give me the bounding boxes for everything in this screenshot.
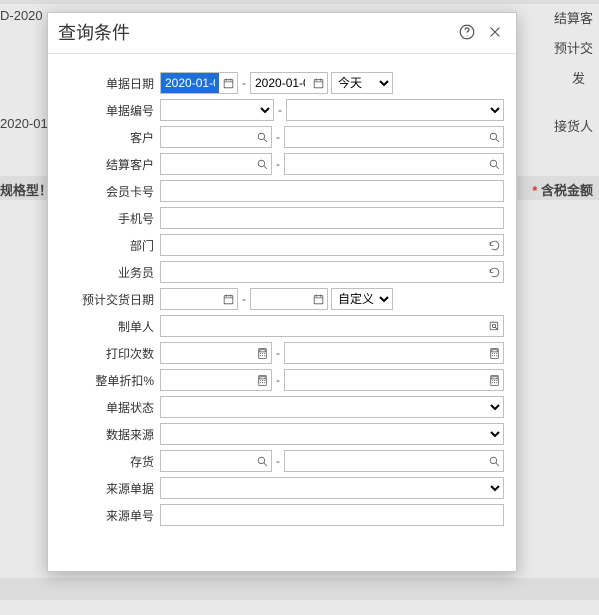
data-source-select[interactable] — [160, 423, 504, 445]
doc-status-label: 单据状态 — [52, 399, 160, 416]
search-icon[interactable] — [485, 451, 503, 471]
close-icon[interactable] — [484, 21, 506, 43]
print-count-from[interactable] — [160, 342, 272, 364]
refresh-icon[interactable] — [485, 235, 503, 255]
bg-tax-amount-label: 含税金额 — [532, 180, 593, 199]
source-no-label: 来源单号 — [52, 507, 160, 524]
phone-label: 手机号 — [52, 210, 160, 227]
discount-pct-from[interactable] — [160, 369, 272, 391]
bg-date-fragment: 2020-01 — [0, 116, 48, 131]
range-separator: - — [238, 76, 250, 90]
search-icon[interactable] — [485, 154, 503, 174]
search-icon[interactable] — [253, 127, 271, 147]
refresh-icon[interactable] — [485, 262, 503, 282]
bg-ship-label: 发 — [572, 68, 585, 87]
dept-label: 部门 — [52, 237, 160, 254]
source-no-input[interactable] — [160, 504, 504, 526]
calculator-icon[interactable] — [485, 370, 503, 390]
lookup-icon[interactable] — [485, 316, 503, 336]
maker-input[interactable] — [160, 315, 504, 337]
dialog-body: 单据日期 - 今天 单据编号 - 客户 — [48, 54, 516, 541]
search-icon[interactable] — [253, 154, 271, 174]
source-doc-select[interactable] — [160, 477, 504, 499]
inventory-to[interactable] — [284, 450, 504, 472]
search-icon[interactable] — [485, 127, 503, 147]
doc-status-select[interactable] — [160, 396, 504, 418]
print-count-to[interactable] — [284, 342, 504, 364]
deliver-date-preset-select[interactable]: 自定义 — [331, 288, 393, 310]
bg-receiver-label: 接货人 — [554, 116, 593, 135]
doc-no-from[interactable] — [160, 99, 274, 121]
phone-input[interactable] — [160, 207, 504, 229]
calendar-icon[interactable] — [219, 289, 237, 309]
doc-date-label: 单据日期 — [52, 75, 160, 92]
calendar-icon[interactable] — [309, 73, 327, 93]
settle-customer-label: 结算客户 — [52, 156, 160, 173]
data-source-label: 数据来源 — [52, 426, 160, 443]
doc-no-to[interactable] — [286, 99, 504, 121]
salesman-input[interactable] — [160, 261, 504, 283]
calendar-icon[interactable] — [309, 289, 327, 309]
print-count-label: 打印次数 — [52, 345, 160, 362]
doc-date-to[interactable] — [250, 72, 328, 94]
query-conditions-dialog: 查询条件 单据日期 - 今天 单据编号 — [47, 12, 517, 572]
bg-settle-customer-label: 结算客 — [554, 8, 593, 27]
deliver-date-label: 预计交货日期 — [52, 291, 160, 308]
dialog-header: 查询条件 — [48, 13, 516, 54]
maker-label: 制单人 — [52, 318, 160, 335]
discount-pct-label: 整单折扣% — [52, 372, 160, 389]
deliver-date-from[interactable] — [160, 288, 238, 310]
calculator-icon[interactable] — [485, 343, 503, 363]
deliver-date-to[interactable] — [250, 288, 328, 310]
bg-spec-label: 规格型！ — [0, 180, 52, 199]
calculator-icon[interactable] — [253, 370, 271, 390]
bg-expected-delivery-label: 预计交 — [554, 38, 593, 57]
inventory-label: 存货 — [52, 453, 160, 470]
doc-date-from[interactable] — [160, 72, 238, 94]
dept-input[interactable] — [160, 234, 504, 256]
customer-to[interactable] — [284, 126, 504, 148]
help-icon[interactable] — [456, 21, 478, 43]
search-icon[interactable] — [253, 451, 271, 471]
discount-pct-to[interactable] — [284, 369, 504, 391]
calendar-icon[interactable] — [219, 73, 237, 93]
inventory-from[interactable] — [160, 450, 272, 472]
customer-label: 客户 — [52, 129, 160, 146]
calculator-icon[interactable] — [253, 343, 271, 363]
customer-from[interactable] — [160, 126, 272, 148]
source-doc-label: 来源单据 — [52, 480, 160, 497]
member-card-input[interactable] — [160, 180, 504, 202]
settle-customer-from[interactable] — [160, 153, 272, 175]
salesman-label: 业务员 — [52, 264, 160, 281]
date-preset-select[interactable]: 今天 — [331, 72, 393, 94]
dialog-title: 查询条件 — [58, 19, 450, 45]
bg-docno-fragment: D-2020 — [0, 8, 43, 23]
settle-customer-to[interactable] — [284, 153, 504, 175]
doc-no-label: 单据编号 — [52, 102, 160, 119]
member-card-label: 会员卡号 — [52, 183, 160, 200]
